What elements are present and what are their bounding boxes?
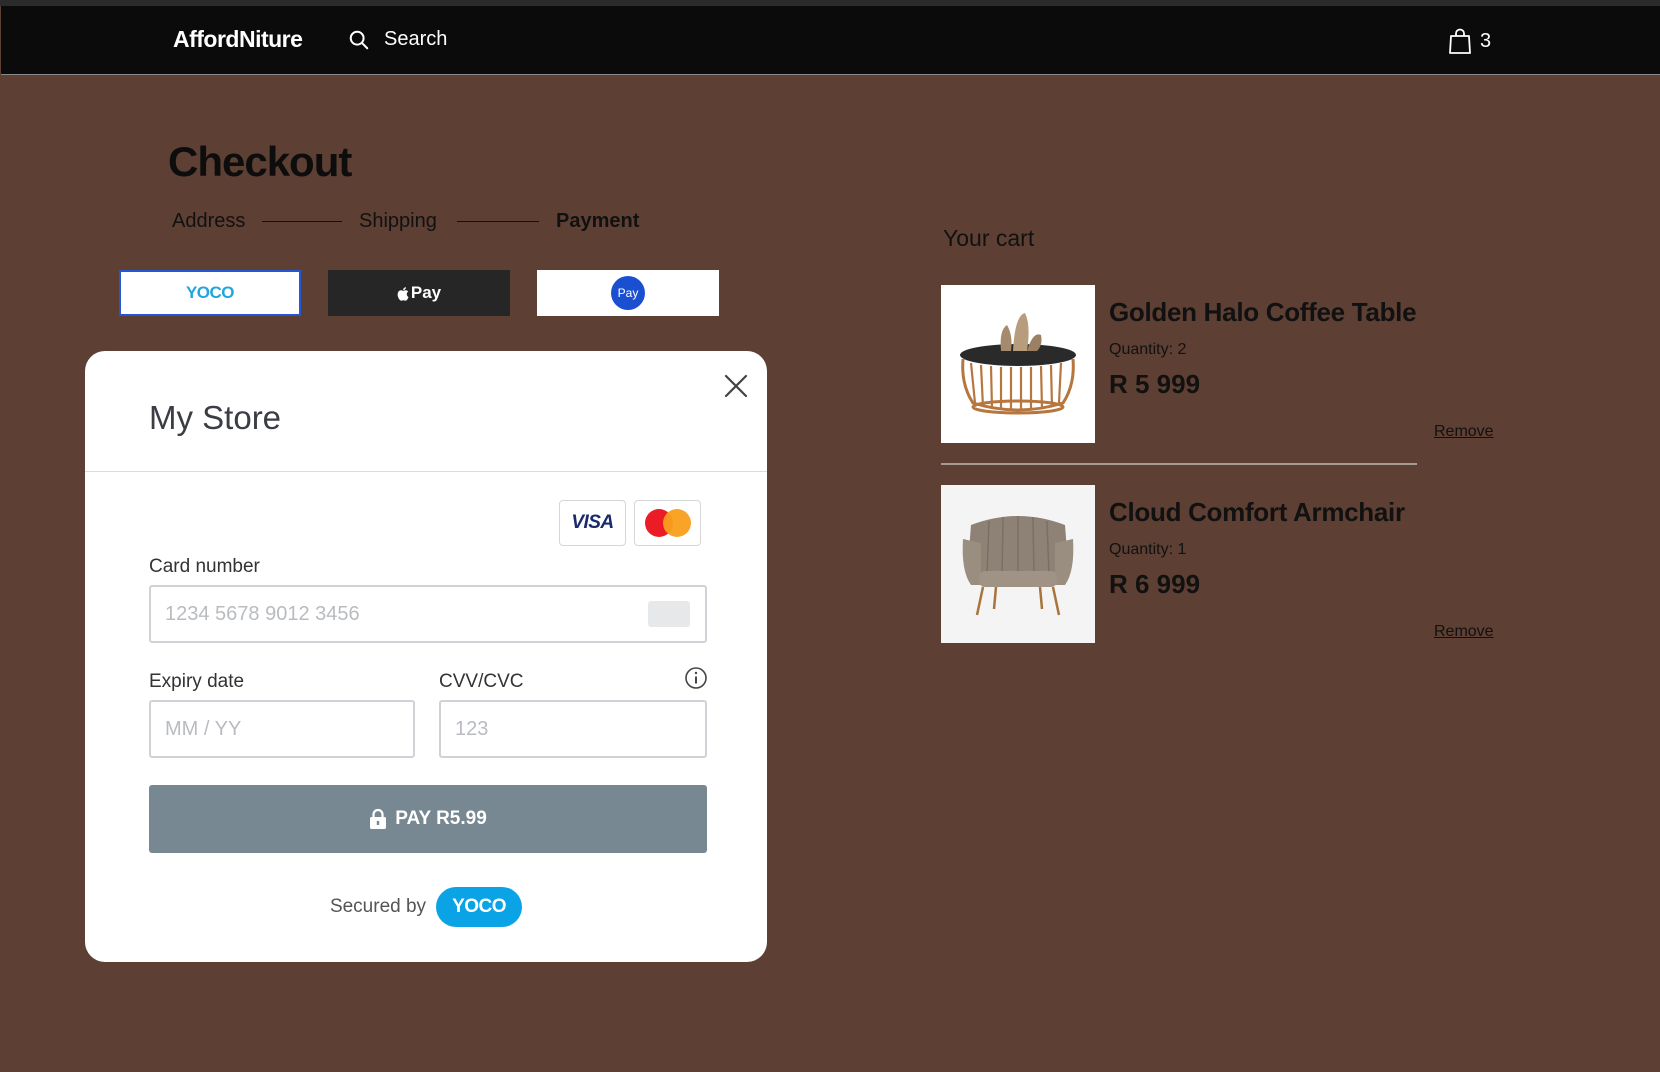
item-quantity: Quantity: 1 [1109, 541, 1187, 558]
expiry-input[interactable] [149, 700, 415, 758]
search-label: Search [384, 28, 448, 50]
yoco-tab-label: YOCO [185, 283, 235, 302]
step-payment[interactable]: Payment [556, 210, 639, 233]
samsung-pay-badge: Pay [611, 276, 645, 310]
accepted-cards: VISA [559, 500, 701, 546]
payment-modal: My Store VISA Card number Expiry date CV… [85, 351, 767, 962]
secured-by-footer: Secured by YOCO [85, 887, 767, 927]
visa-logo: VISA [559, 500, 626, 546]
secured-by-text: Secured by [329, 896, 427, 917]
pay-button[interactable]: PAY R5.99 [149, 785, 707, 853]
step-address[interactable]: Address [172, 210, 245, 233]
card-number-input[interactable] [149, 585, 707, 643]
lock-icon [370, 808, 387, 829]
samsung-pay-label: Pay [617, 286, 639, 300]
brand-logo[interactable]: AffordNiture [173, 26, 303, 53]
cart-count-badge: 3 [1480, 30, 1492, 52]
step-divider [262, 221, 342, 222]
remove-item-link[interactable]: Remove [1434, 623, 1494, 641]
item-name[interactable]: Golden Halo Coffee Table [1109, 297, 1417, 328]
yoco-payment-tab[interactable]: YOCO [119, 270, 301, 316]
item-price: R 6 999 [1109, 569, 1201, 599]
search-icon [349, 30, 369, 49]
visa-text: VISA [571, 512, 614, 533]
item-price: R 5 999 [1109, 369, 1201, 399]
card-number-label: Card number [149, 556, 260, 577]
coffee-table-image[interactable] [941, 285, 1095, 443]
cart-item: Cloud Comfort Armchair Quantity: 1 R 6 9… [941, 485, 1501, 643]
shopping-bag-icon [1449, 28, 1471, 54]
site-header: AffordNiture Search 3 [1, 6, 1660, 75]
step-shipping[interactable]: Shipping [359, 210, 437, 233]
expiry-label: Expiry date [149, 671, 245, 692]
item-name[interactable]: Cloud Comfort Armchair [1109, 497, 1405, 528]
yoco-badge: YOCO [436, 887, 523, 927]
cart-item: Golden Halo Coffee Table Quantity: 2 R 5… [941, 285, 1501, 443]
apple-pay-label: Pay [410, 283, 442, 302]
remove-item-link[interactable]: Remove [1434, 423, 1494, 441]
samsung-pay-tab[interactable]: Pay [537, 270, 719, 316]
apple-pay-tab[interactable]: Pay [328, 270, 510, 316]
cart-heading: Your cart [943, 225, 1035, 251]
step-divider [457, 221, 539, 222]
yoco-badge-text: YOCO [452, 896, 507, 917]
cart-button[interactable]: 3 [1448, 28, 1491, 55]
pay-button-label: PAY R5.99 [395, 808, 487, 829]
info-icon[interactable] [684, 666, 708, 690]
mastercard-icon [644, 509, 691, 537]
item-quantity: Quantity: 2 [1109, 341, 1187, 358]
cart-divider [941, 463, 1417, 465]
modal-divider [85, 471, 767, 472]
armchair-image[interactable] [941, 485, 1095, 643]
page-title: Checkout [168, 138, 352, 185]
apple-logo-icon [397, 286, 409, 301]
search-button[interactable]: Search [348, 28, 447, 51]
cvv-input[interactable] [439, 700, 707, 758]
mastercard-logo [634, 500, 701, 546]
modal-title: My Store [149, 399, 282, 436]
close-icon[interactable] [721, 371, 751, 401]
cvv-label: CVV/CVC [439, 671, 524, 692]
card-icon [648, 601, 690, 627]
